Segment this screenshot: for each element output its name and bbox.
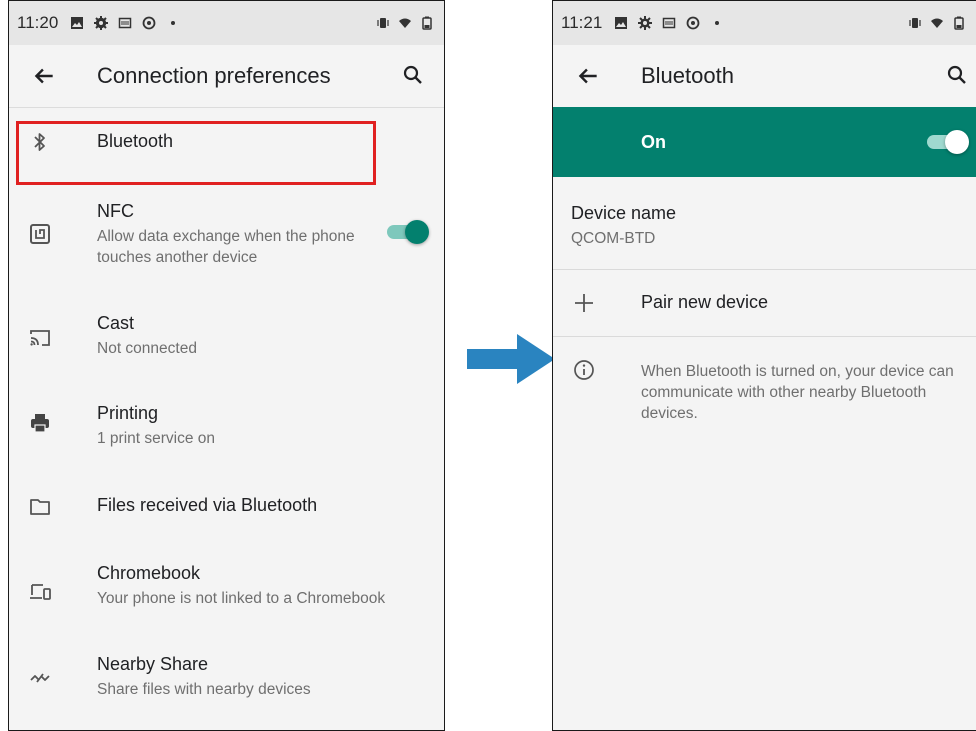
- info-text: When Bluetooth is turned on, your device…: [641, 363, 954, 422]
- wifi-icon: [931, 18, 943, 28]
- printer-icon: [31, 414, 49, 433]
- connection-preferences-screen: 11:20 Connection preferences Bluetooth N…: [8, 0, 445, 731]
- gear-icon: [94, 16, 109, 30]
- arrow-left-icon[interactable]: [31, 63, 57, 89]
- scanner-icon: [119, 17, 132, 29]
- folder-icon: [30, 499, 50, 515]
- bluetooth-info: When Bluetooth is turned on, your device…: [553, 341, 976, 431]
- setting-subtitle: Allow data exchange when the phone touch…: [97, 228, 355, 266]
- bluetooth-screen: 11:21 Bluetooth On Device name QCOM-BTD …: [552, 0, 976, 731]
- scanner-icon: [663, 17, 676, 29]
- pair-new-device-item[interactable]: Pair new device: [553, 270, 976, 336]
- setting-title: Chromebook: [97, 563, 201, 583]
- setting-subtitle: 1 print service on: [97, 430, 216, 447]
- device-name-value: QCOM-BTD: [571, 230, 656, 247]
- nfc-toggle[interactable]: [385, 218, 429, 246]
- app-bar: Connection preferences: [9, 45, 444, 108]
- setting-item-cast[interactable]: Cast Not connected: [9, 301, 444, 381]
- divider: [553, 336, 976, 337]
- gallery-icon: [71, 17, 84, 29]
- master-switch-label: On: [641, 132, 666, 152]
- wifi-icon: [399, 18, 411, 28]
- setting-item-files-received[interactable]: Files received via Bluetooth: [9, 483, 444, 553]
- bluetooth-master-switch[interactable]: On: [553, 107, 976, 177]
- setting-item-nfc[interactable]: NFC Allow data exchange when the phone t…: [9, 193, 444, 283]
- setting-subtitle: Share files with nearby devices: [97, 681, 311, 698]
- setting-item-printing[interactable]: Printing 1 print service on: [9, 393, 444, 473]
- highlight-box: [16, 121, 376, 185]
- plus-icon: [575, 294, 593, 312]
- info-icon: [574, 360, 594, 380]
- dot-icon: [715, 21, 720, 25]
- page-title: Bluetooth: [641, 63, 734, 88]
- nfc-icon: [30, 224, 50, 244]
- right-arrow-icon: [467, 334, 555, 384]
- status-time: 11:20: [17, 13, 59, 32]
- chromebook-icon: [30, 584, 51, 600]
- setting-item-chromebook[interactable]: Chromebook Your phone is not linked to a…: [9, 561, 444, 641]
- battery-icon: [954, 16, 964, 30]
- page-title: Connection preferences: [97, 63, 331, 88]
- gallery-icon: [615, 17, 628, 29]
- setting-subtitle: Not connected: [97, 340, 197, 357]
- setting-title: Files received via Bluetooth: [97, 495, 318, 515]
- setting-title: NFC: [97, 201, 134, 221]
- cast-icon: [30, 330, 50, 346]
- device-name-item[interactable]: Device name QCOM-BTD: [553, 179, 976, 267]
- vibrate-icon: [377, 18, 389, 28]
- status-bar: 11:21: [553, 1, 976, 45]
- status-time: 11:21: [561, 13, 603, 32]
- nearby-share-icon: [30, 673, 50, 683]
- setting-item-nearby-share[interactable]: Nearby Share Share files with nearby dev…: [9, 651, 444, 721]
- pair-new-device-label: Pair new device: [641, 292, 769, 312]
- device-name-title: Device name: [571, 203, 677, 223]
- search-icon[interactable]: [945, 63, 969, 87]
- app-bar: Bluetooth: [553, 45, 976, 107]
- search-icon[interactable]: [401, 63, 425, 87]
- sync-icon: [686, 16, 700, 30]
- dot-icon: [171, 21, 176, 25]
- gear-icon: [638, 16, 653, 30]
- setting-title: Nearby Share: [97, 654, 209, 674]
- battery-icon: [422, 16, 432, 30]
- page: 11:20 Connection preferences Bluetooth N…: [0, 0, 976, 731]
- vibrate-icon: [909, 18, 921, 28]
- sync-icon: [142, 16, 156, 30]
- setting-title: Printing: [97, 403, 159, 423]
- bluetooth-toggle[interactable]: [925, 128, 969, 156]
- status-bar: 11:20: [9, 1, 444, 45]
- setting-title: Cast: [97, 313, 135, 333]
- setting-subtitle: Your phone is not linked to a Chromebook: [97, 590, 386, 607]
- arrow-left-icon[interactable]: [575, 63, 601, 89]
